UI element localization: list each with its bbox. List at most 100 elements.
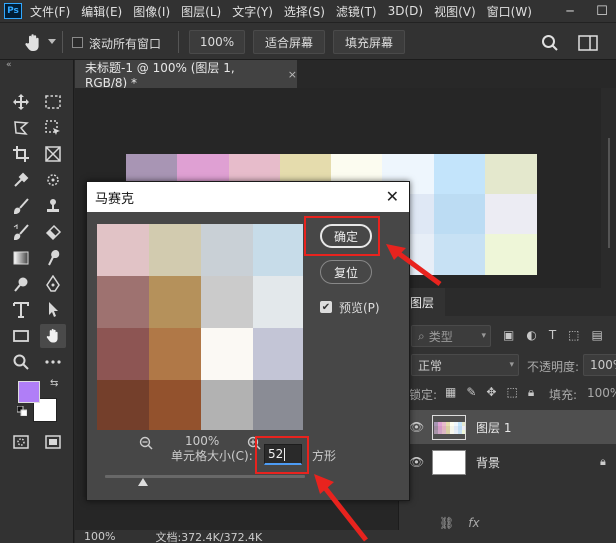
visibility-eye-icon[interactable]: 👁︎ [409, 420, 424, 434]
history-brush-tool-icon[interactable] [8, 220, 34, 244]
clone-stamp-tool-icon[interactable] [40, 194, 66, 218]
link-layers-icon[interactable]: ⛓︎ [439, 516, 454, 530]
chevron-down-icon: ▾ [509, 360, 514, 370]
layer-row-layer1[interactable]: 👁︎ 图层 1 [399, 410, 616, 444]
tool-preset-dropdown-icon[interactable] [48, 39, 56, 44]
preview-mosaic-cell [149, 328, 201, 380]
menu-edit[interactable]: 编辑(E) [81, 3, 122, 20]
vertical-scrollbar[interactable] [601, 88, 616, 288]
screen-mode-icon[interactable] [40, 430, 66, 454]
ok-button-highlight [304, 216, 380, 256]
menu-view[interactable]: 视图(V) [434, 3, 476, 20]
cell-size-slider[interactable] [105, 475, 305, 478]
lock-position-icon[interactable]: ✥ [486, 385, 496, 400]
type-filter-icon[interactable]: T [549, 328, 556, 342]
search-icon[interactable] [541, 34, 559, 52]
preview-mosaic-cell [149, 276, 201, 328]
gradient-tool-icon[interactable] [8, 246, 34, 270]
opacity-input[interactable]: 100% [583, 354, 616, 376]
swap-colors-icon[interactable]: ⇆ [50, 378, 58, 389]
layer-filter-kind-select[interactable]: ⌕ 类型 ▾ [411, 325, 491, 347]
close-tab-icon[interactable]: × [288, 68, 297, 81]
healing-brush-tool-icon[interactable] [40, 168, 66, 192]
image-filter-icon[interactable]: ▣ [503, 328, 514, 342]
preview-mosaic-cell [253, 276, 303, 328]
menu-layer[interactable]: 图层(L) [181, 3, 221, 20]
preview-checkbox[interactable]: ✔ [320, 301, 332, 313]
menu-select[interactable]: 选择(S) [284, 3, 325, 20]
fit-screen-button[interactable]: 适合屏幕 [253, 30, 325, 54]
quick-mask-icon[interactable] [8, 430, 34, 454]
visibility-eye-icon[interactable]: 👁︎ [409, 455, 424, 469]
fill-value[interactable]: 100% [587, 386, 616, 400]
status-zoom[interactable]: 100% [84, 530, 115, 543]
layer-thumbnail [432, 414, 466, 440]
lasso-tool-icon[interactable] [8, 116, 34, 140]
close-icon[interactable]: ✕ [386, 187, 399, 206]
menu-filter[interactable]: 滤镜(T) [336, 3, 377, 20]
marquee-tool-icon[interactable] [40, 90, 66, 114]
cell-size-highlight [255, 436, 309, 474]
layers-panel-tabs: 图层 [399, 288, 616, 316]
lock-icon: 🔒︎ [600, 455, 606, 468]
crop-tool-icon[interactable] [8, 142, 34, 166]
hand-tool-icon[interactable] [22, 32, 44, 54]
more-tools-icon[interactable] [40, 350, 66, 374]
collapse-panel-icon[interactable]: « [6, 60, 12, 70]
document-tab[interactable]: 未标题-1 @ 100% (图层 1, RGB/8) * × [75, 60, 297, 90]
scrollbar-thumb[interactable] [608, 138, 610, 248]
smart-object-filter-icon[interactable]: ▤ [592, 328, 603, 342]
brush-tool-icon[interactable] [8, 194, 34, 218]
layer-style-icon[interactable]: fx [468, 516, 479, 530]
artboard-lock-icon[interactable]: ⬚ [506, 385, 517, 400]
scroll-all-windows-checkbox[interactable] [72, 37, 83, 48]
zoom-out-icon[interactable] [139, 436, 153, 450]
checkmark-icon: ✔ [321, 301, 331, 313]
mosaic-cell [433, 154, 486, 195]
smudge-tool-icon[interactable] [40, 246, 66, 270]
eraser-tool-icon[interactable] [40, 220, 66, 244]
object-selection-tool-icon[interactable] [40, 116, 66, 140]
adjustment-filter-icon[interactable]: ◐ [526, 328, 536, 342]
lock-pixels-icon[interactable]: ✎ [466, 385, 476, 400]
dodge-tool-icon[interactable] [8, 272, 34, 296]
default-colors-icon[interactable] [17, 406, 27, 416]
maximize-button[interactable]: ☐ [588, 0, 616, 22]
hand-tool-icon[interactable] [40, 324, 66, 348]
menu-window[interactable]: 窗口(W) [487, 3, 532, 20]
cell-size-label: 单元格大小(C): [171, 449, 253, 463]
lock-transparent-icon[interactable]: ▦ [445, 385, 456, 400]
lock-all-icon[interactable]: 🔒︎ [528, 385, 534, 400]
lock-label: 锁定: [409, 388, 438, 402]
path-selection-tool-icon[interactable] [40, 298, 66, 322]
zoom-100-button[interactable]: 100% [189, 30, 245, 54]
photoshop-window: Ps 文件(F) 编辑(E) 图像(I) 图层(L) 文字(Y) 选择(S) 滤… [0, 0, 616, 543]
layer-name[interactable]: 图层 1 [476, 419, 511, 436]
pen-tool-icon[interactable] [40, 272, 66, 296]
type-tool-icon[interactable] [8, 298, 34, 322]
menu-type[interactable]: 文字(Y) [232, 3, 273, 20]
menu-image[interactable]: 图像(I) [133, 3, 170, 20]
reset-button[interactable]: 复位 [320, 260, 372, 284]
shape-filter-icon[interactable]: ⬚ [568, 328, 579, 342]
menu-3d[interactable]: 3D(D) [388, 4, 423, 18]
opacity-value: 100% [590, 358, 616, 372]
preview-mosaic-cell [253, 380, 303, 430]
status-doc-size: 文档:372.4K/372.4K [155, 530, 263, 543]
blend-mode-select[interactable]: 正常 ▾ [411, 354, 519, 376]
workspace-icon[interactable] [578, 35, 598, 51]
rectangle-tool-icon[interactable] [8, 324, 34, 348]
move-tool-icon[interactable] [8, 90, 34, 114]
filter-preview[interactable] [97, 224, 303, 430]
menu-file[interactable]: 文件(F) [30, 3, 70, 20]
cell-size-slider-handle[interactable] [138, 478, 148, 486]
minimize-button[interactable]: ─ [556, 0, 584, 22]
layer-row-background[interactable]: 👁︎ 背景 🔒︎ [399, 445, 616, 479]
zoom-tool-icon[interactable] [8, 350, 34, 374]
layer-name[interactable]: 背景 [476, 454, 500, 471]
divider [178, 31, 179, 53]
fill-screen-button[interactable]: 填充屏幕 [333, 30, 405, 54]
frame-tool-icon[interactable] [40, 142, 66, 166]
eyedropper-tool-icon[interactable] [8, 168, 34, 192]
foreground-color-swatch[interactable] [18, 381, 40, 403]
